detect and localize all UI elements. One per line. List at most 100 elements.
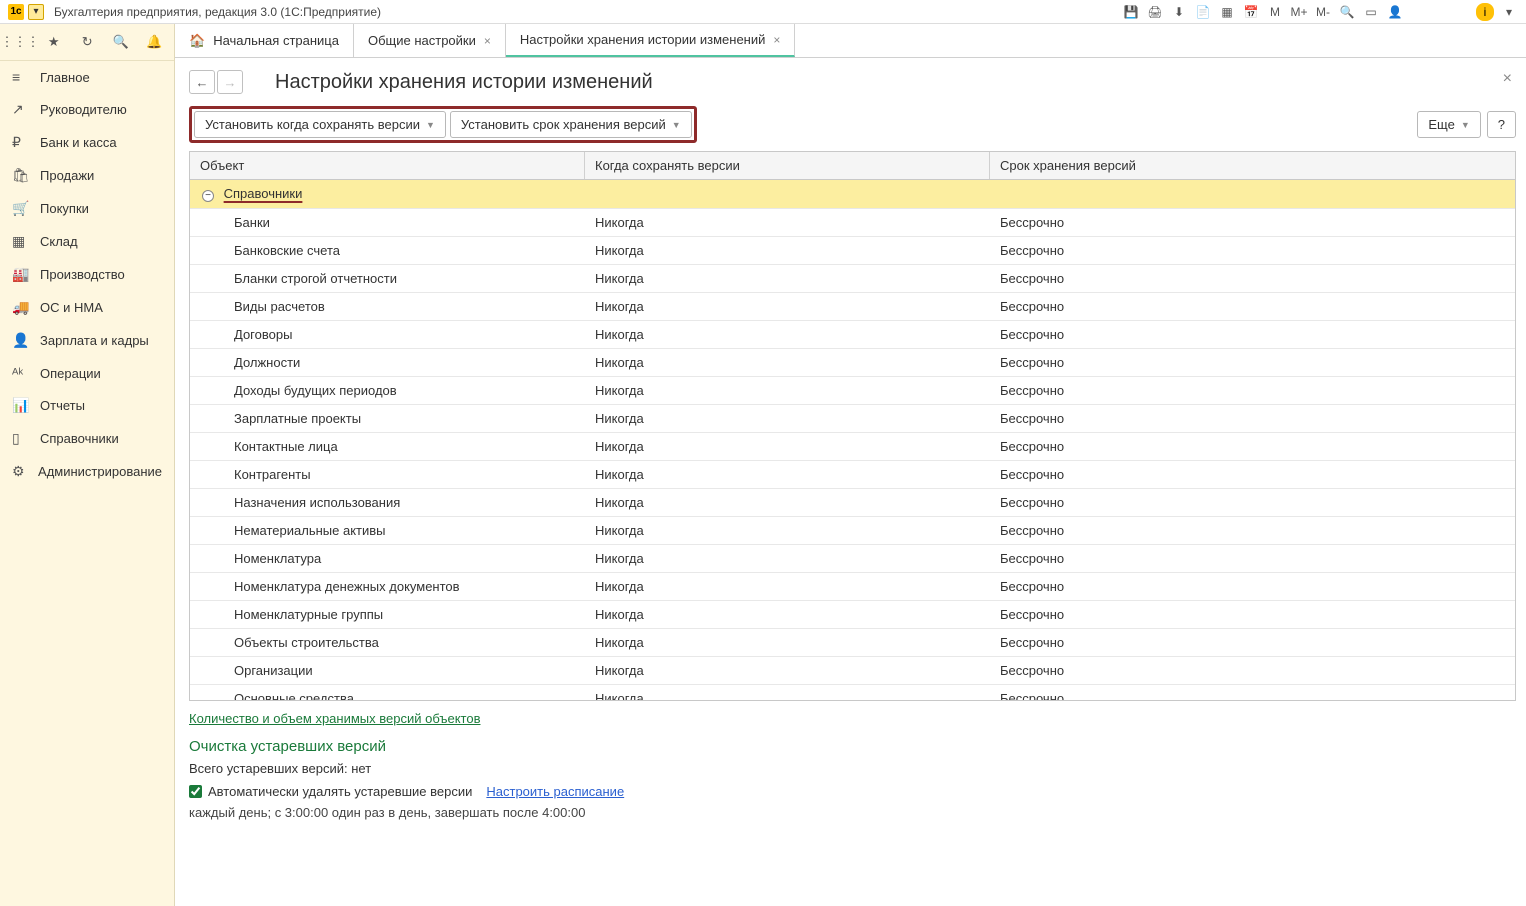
sidebar-item-label: Продажи xyxy=(40,168,94,183)
back-button[interactable]: ← xyxy=(189,70,215,94)
tabs: 🏠 Начальная страница Общие настройки × Н… xyxy=(175,24,1526,58)
apps-icon[interactable]: ⋮⋮⋮ xyxy=(10,32,30,52)
cell-term: Бессрочно xyxy=(990,349,1515,376)
sidebar-item-5[interactable]: ▦Склад xyxy=(0,225,174,258)
sidebar-item-icon: 👤 xyxy=(12,332,32,349)
table-row[interactable]: Назначения использованияНикогдаБессрочно xyxy=(190,489,1515,517)
cell-object: Бланки строгой отчетности xyxy=(190,265,585,292)
sidebar-item-3[interactable]: 🛍 Продажи xyxy=(0,159,174,192)
sidebar-item-label: Производство xyxy=(40,267,125,282)
window-title: Бухгалтерия предприятия, редакция 3.0 (1… xyxy=(54,5,381,19)
page-title: Настройки хранения истории изменений xyxy=(275,71,653,94)
info-dropdown[interactable]: ▾ xyxy=(1500,3,1518,21)
bell-icon[interactable]: 🔔 xyxy=(145,32,165,52)
sidebar-item-6[interactable]: 🏭 Производство xyxy=(0,258,174,291)
app-menu-dropdown[interactable]: ▾ xyxy=(28,4,44,20)
table-row[interactable]: Доходы будущих периодовНикогдаБессрочно xyxy=(190,377,1515,405)
schedule-text: каждый день; с 3:00:00 один раз в день, … xyxy=(189,805,1516,820)
table-icon[interactable]: ▦ xyxy=(1218,3,1236,21)
close-icon[interactable]: × xyxy=(773,33,780,47)
sidebar-item-2[interactable]: ₽Банк и касса xyxy=(0,126,174,159)
cell-when: Никогда xyxy=(585,657,990,684)
sidebar-item-12[interactable]: ⚙Администрирование xyxy=(0,455,174,488)
chevron-down-icon: ▼ xyxy=(672,120,681,130)
count-size-link[interactable]: Количество и объем хранимых версий объек… xyxy=(189,711,480,726)
sidebar-item-icon: 🛍 xyxy=(12,167,32,184)
print-icon[interactable]: 🖨 xyxy=(1146,3,1164,21)
cell-when: Никогда xyxy=(585,601,990,628)
col-term[interactable]: Срок хранения версий xyxy=(990,152,1515,179)
table-row[interactable]: ОрганизацииНикогдаБессрочно xyxy=(190,657,1515,685)
forward-button[interactable]: → xyxy=(217,70,243,94)
m-icon[interactable]: M xyxy=(1266,3,1284,21)
sidebar-item-1[interactable]: ↗Руководителю xyxy=(0,93,174,126)
sidebar-item-8[interactable]: 👤Зарплата и кадры xyxy=(0,324,174,357)
col-object[interactable]: Объект xyxy=(190,152,585,179)
sidebar-item-4[interactable]: 🛒Покупки xyxy=(0,192,174,225)
tab-history-settings[interactable]: Настройки хранения истории изменений × xyxy=(506,24,796,57)
sidebar-item-11[interactable]: ▯Справочники xyxy=(0,422,174,455)
cell-object: Зарплатные проекты xyxy=(190,405,585,432)
tab-home[interactable]: 🏠 Начальная страница xyxy=(175,24,354,57)
search-icon[interactable]: 🔍 xyxy=(111,32,131,52)
doc-icon[interactable]: 📄 xyxy=(1194,3,1212,21)
auto-delete-checkbox[interactable] xyxy=(189,785,202,798)
table-row[interactable]: Банковские счетаНикогдаБессрочно xyxy=(190,237,1515,265)
table-row[interactable]: Виды расчетовНикогдаБессрочно xyxy=(190,293,1515,321)
sidebar-item-label: Отчеты xyxy=(40,398,85,413)
help-button[interactable]: ? xyxy=(1487,111,1516,138)
view-icon[interactable]: ▭ xyxy=(1362,3,1380,21)
table-row[interactable]: Объекты строительстваНикогдаБессрочно xyxy=(190,629,1515,657)
col-when[interactable]: Когда сохранять версии xyxy=(585,152,990,179)
sidebar-item-label: Справочники xyxy=(40,431,119,446)
table-row[interactable]: ДоговорыНикогдаБессрочно xyxy=(190,321,1515,349)
table-row[interactable]: Номенклатурные группыНикогдаБессрочно xyxy=(190,601,1515,629)
cleanup-section-title: Очистка устаревших версий xyxy=(189,738,1516,755)
collapse-icon[interactable]: − xyxy=(202,190,214,202)
sidebar-item-10[interactable]: 📊 Отчеты xyxy=(0,389,174,422)
sidebar-item-7[interactable]: 🚚ОС и НМА xyxy=(0,291,174,324)
sidebar-item-icon: 🏭 xyxy=(12,266,32,283)
sidebar-item-icon: ≡ xyxy=(12,69,32,85)
cell-term: Бессрочно xyxy=(990,657,1515,684)
history-icon[interactable]: ↻ xyxy=(78,32,98,52)
table-row[interactable]: Контактные лицаНикогдаБессрочно xyxy=(190,433,1515,461)
zoom-icon[interactable]: 🔍 xyxy=(1338,3,1356,21)
save-icon[interactable]: 💾 xyxy=(1122,3,1140,21)
schedule-link[interactable]: Настроить расписание xyxy=(486,784,624,799)
cell-object: Должности xyxy=(190,349,585,376)
table-row[interactable]: Номенклатура денежных документовНикогдаБ… xyxy=(190,573,1515,601)
page-close-icon[interactable]: × xyxy=(1503,70,1512,88)
set-storage-term-button[interactable]: Установить срок хранения версий ▼ xyxy=(450,111,692,138)
table-row[interactable]: Основные средстваНикогдаБессрочно xyxy=(190,685,1515,700)
sidebar-item-9[interactable]: ᴬᵏОперации xyxy=(0,357,174,389)
star-icon[interactable]: ★ xyxy=(44,32,64,52)
calendar-icon[interactable]: 📅 xyxy=(1242,3,1260,21)
table-row[interactable]: БанкиНикогдаБессрочно xyxy=(190,209,1515,237)
close-icon[interactable]: × xyxy=(484,34,491,48)
sidebar-item-0[interactable]: ≡Главное xyxy=(0,61,174,93)
sidebar-item-icon: 📊 xyxy=(12,397,32,414)
cell-object: Номенклатура xyxy=(190,545,585,572)
m-plus-icon[interactable]: M+ xyxy=(1290,3,1308,21)
table-row[interactable]: ДолжностиНикогдаБессрочно xyxy=(190,349,1515,377)
tab-general-settings[interactable]: Общие настройки × xyxy=(354,24,506,57)
set-when-save-button[interactable]: Установить когда сохранять версии ▼ xyxy=(194,111,446,138)
cell-term: Бессрочно xyxy=(990,685,1515,700)
table-row[interactable]: Нематериальные активыНикогдаБессрочно xyxy=(190,517,1515,545)
sidebar-item-label: Администрирование xyxy=(38,464,162,479)
cell-term: Бессрочно xyxy=(990,433,1515,460)
download-icon[interactable]: ⬇ xyxy=(1170,3,1188,21)
info-icon[interactable]: i xyxy=(1476,3,1494,21)
cell-term: Бессрочно xyxy=(990,377,1515,404)
user-icon[interactable]: 👤 xyxy=(1386,3,1404,21)
more-button[interactable]: Еще ▼ xyxy=(1417,111,1480,138)
m-minus-icon[interactable]: M- xyxy=(1314,3,1332,21)
group-row[interactable]: − Справочники xyxy=(190,180,1515,209)
table-row[interactable]: НоменклатураНикогдаБессрочно xyxy=(190,545,1515,573)
table-row[interactable]: Зарплатные проектыНикогдаБессрочно xyxy=(190,405,1515,433)
sidebar-item-icon: ₽ xyxy=(12,134,32,151)
table-row[interactable]: КонтрагентыНикогдаБессрочно xyxy=(190,461,1515,489)
cell-when: Никогда xyxy=(585,461,990,488)
table-row[interactable]: Бланки строгой отчетностиНикогдаБессрочн… xyxy=(190,265,1515,293)
